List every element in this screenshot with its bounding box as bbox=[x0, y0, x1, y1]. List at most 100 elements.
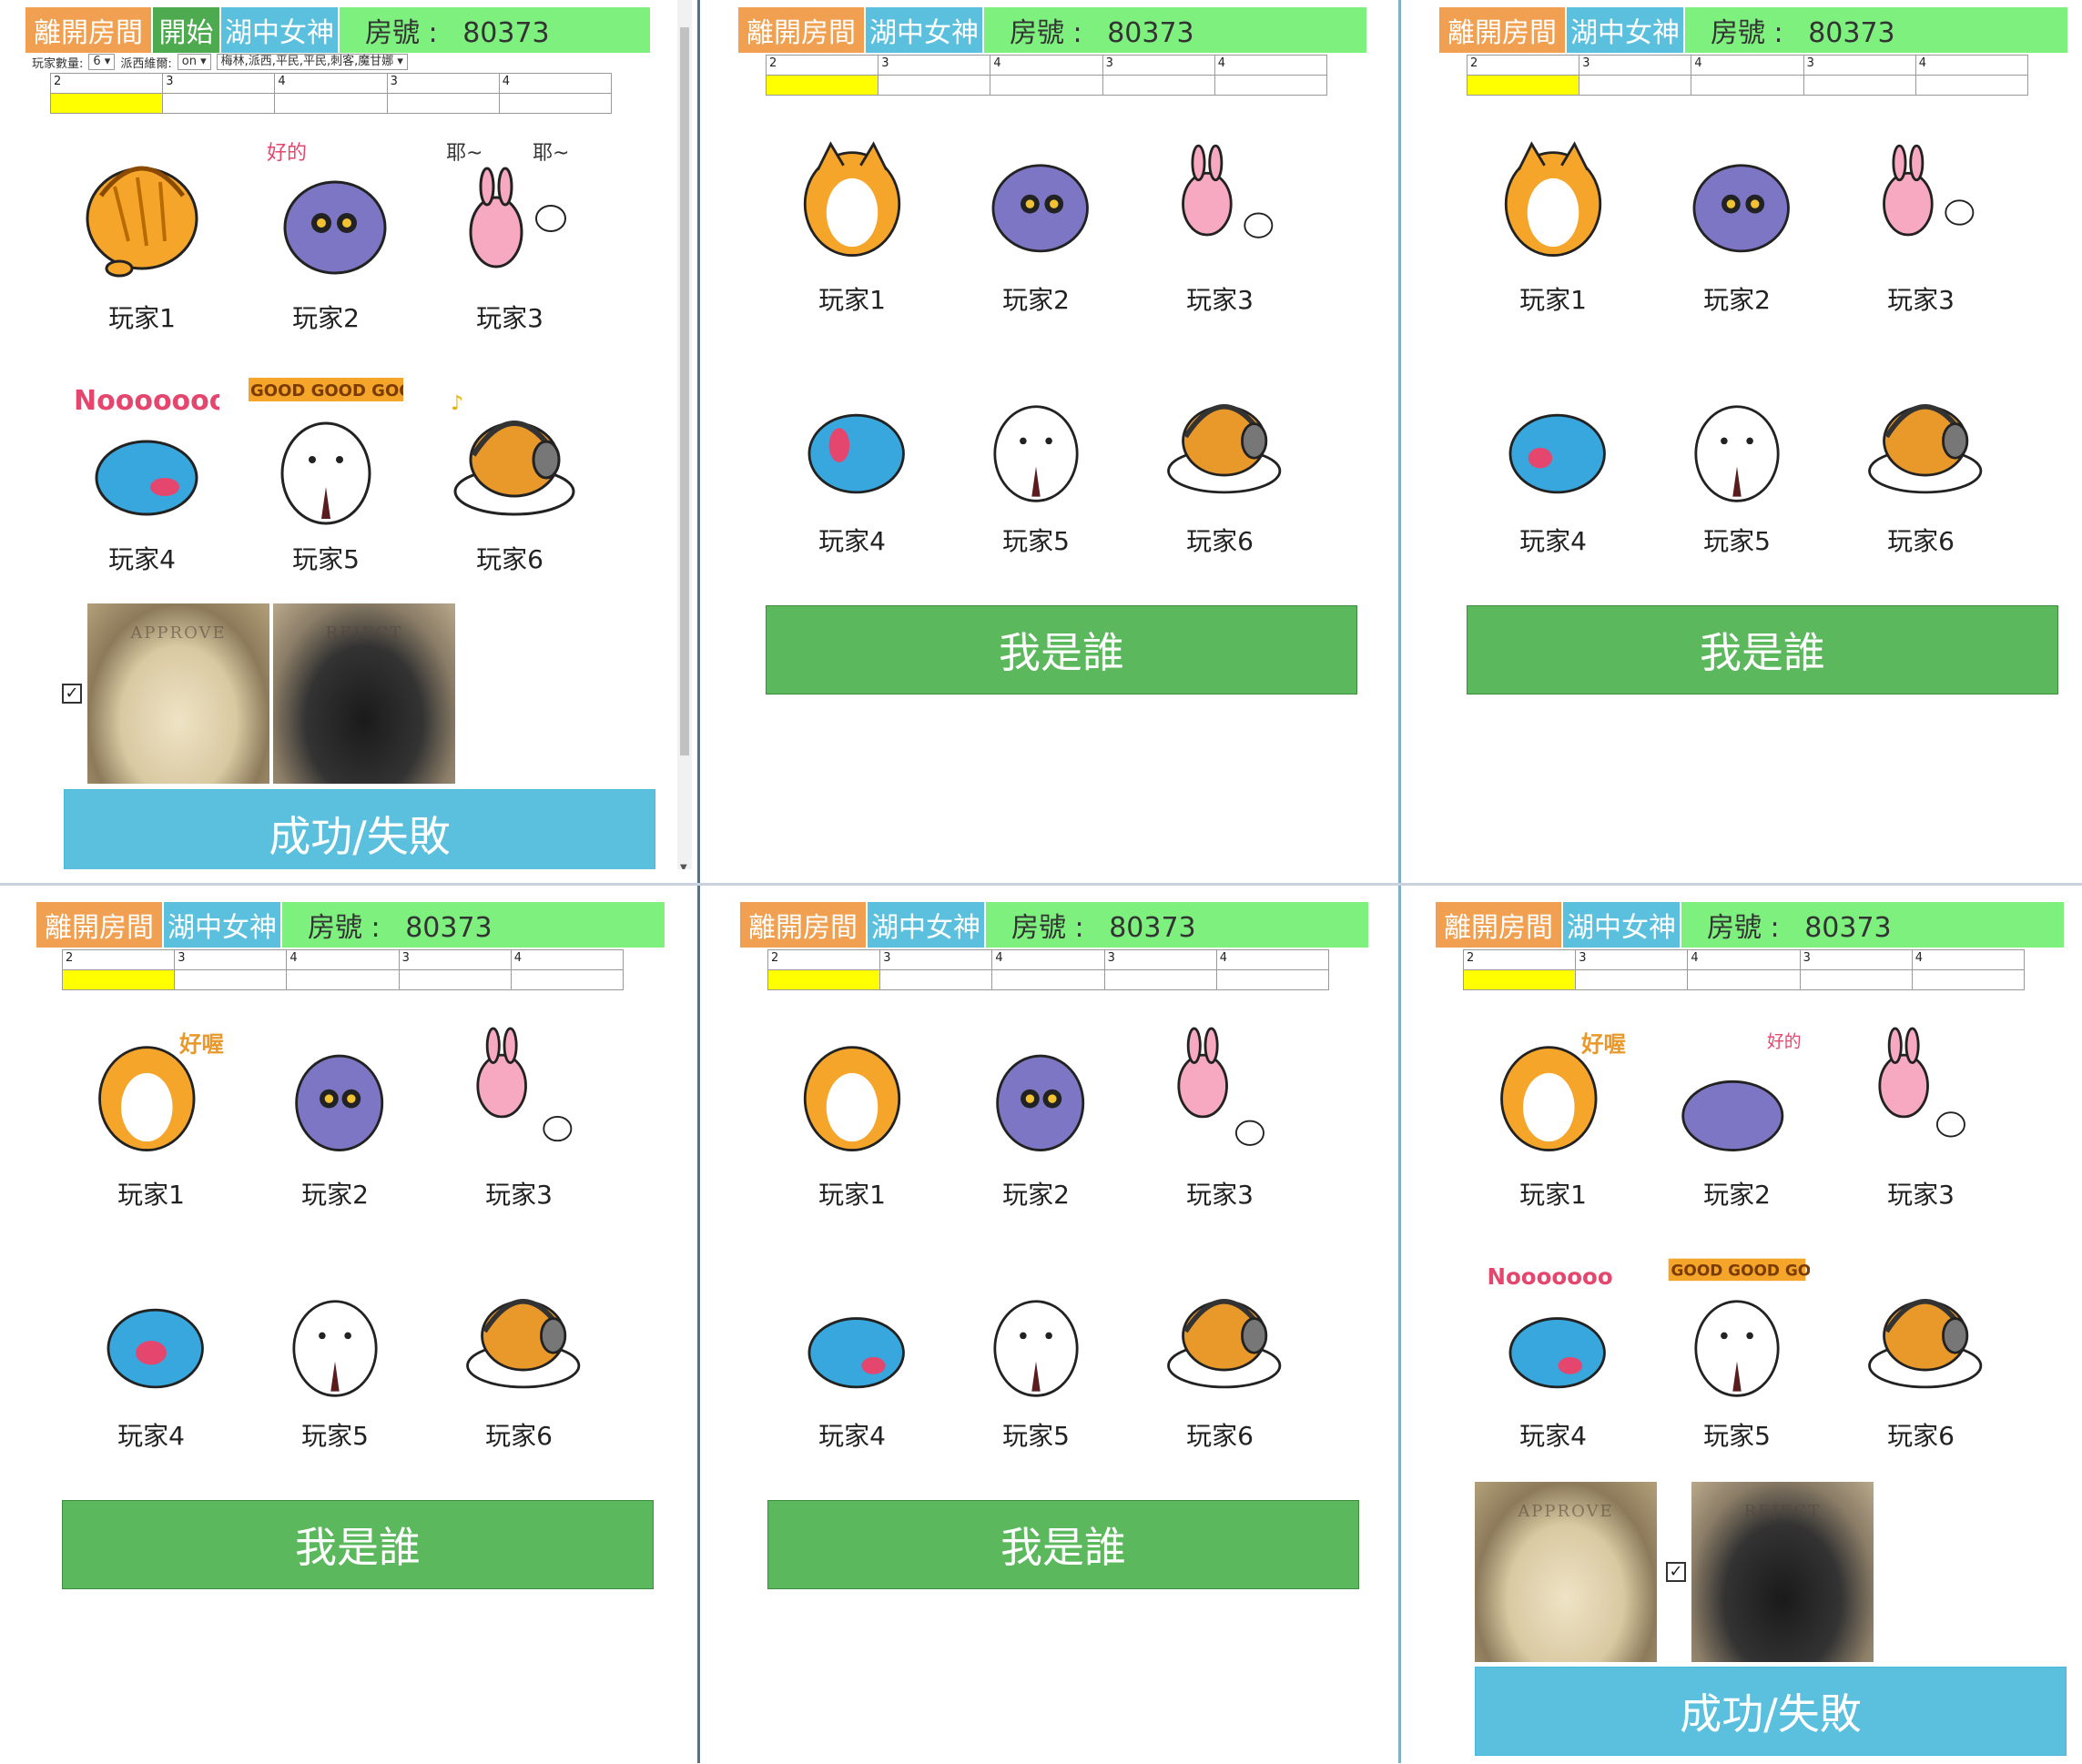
player-label: 玩家6 bbox=[1887, 1421, 1955, 1451]
player-card[interactable]: 玩家2 bbox=[1645, 109, 1829, 350]
player-card[interactable]: 玩家3 bbox=[1128, 109, 1312, 350]
leave-room-button[interactable]: 離開房間 bbox=[25, 7, 153, 53]
start-button[interactable]: 開始 bbox=[153, 7, 221, 53]
room-colon: : bbox=[1074, 912, 1084, 944]
player-card[interactable]: 玩家2 bbox=[944, 109, 1128, 350]
player-card[interactable]: 玩家6 bbox=[427, 1245, 611, 1486]
room-colon: : bbox=[1072, 17, 1082, 49]
scroll-down-icon[interactable]: ▼ bbox=[680, 863, 687, 869]
player-card[interactable]: GOOD GOOD GOOD 玩家5 bbox=[1645, 1245, 1829, 1486]
player-label: 玩家1 bbox=[818, 1180, 886, 1210]
player-card[interactable]: 好的 玩家2 bbox=[1645, 1004, 1829, 1245]
room-colon: : bbox=[1773, 17, 1783, 49]
who-am-i-button[interactable]: 我是誰 bbox=[1467, 605, 2058, 694]
reject-checkbox[interactable]: ✓ bbox=[1666, 1562, 1686, 1582]
leave-room-button[interactable]: 離開房間 bbox=[738, 7, 866, 53]
player-card[interactable]: 玩家1 bbox=[760, 109, 944, 350]
player-card[interactable]: 玩家1 bbox=[760, 1004, 944, 1245]
reject-stone-image[interactable]: REJECT bbox=[1691, 1482, 1874, 1662]
quest-size: 4 bbox=[286, 949, 400, 970]
lady-of-lake-button[interactable]: 湖中女神 bbox=[1563, 902, 1681, 948]
lady-of-lake-button[interactable]: 湖中女神 bbox=[221, 7, 340, 53]
lady-of-lake-button[interactable]: 湖中女神 bbox=[868, 902, 986, 948]
player-card[interactable]: 耶~ 耶~ 玩家3 bbox=[418, 127, 602, 369]
leave-room-button[interactable]: 離開房間 bbox=[740, 902, 868, 948]
who-am-i-button[interactable]: 我是誰 bbox=[766, 605, 1357, 694]
tiger-cat-icon: 好喔 bbox=[69, 1004, 233, 1168]
player-window: 離開房間 開始 湖中女神 房號 : 80373 玩家數量: 6 ▾ 派西維爾: … bbox=[0, 0, 692, 869]
reject-stone-image[interactable]: REJECT bbox=[273, 603, 455, 784]
purple-bird-icon bbox=[1655, 109, 1819, 273]
leave-room-button[interactable]: 離開房間 bbox=[36, 902, 164, 948]
quest-result bbox=[498, 93, 613, 114]
player-label: 玩家4 bbox=[1519, 1421, 1587, 1451]
success-fail-button[interactable]: 成功/失敗 bbox=[1475, 1667, 2067, 1756]
percival-select[interactable]: on ▾ bbox=[177, 54, 211, 70]
success-fail-button[interactable]: 成功/失敗 bbox=[64, 789, 655, 869]
player-label: 玩家6 bbox=[1186, 1421, 1254, 1451]
lady-of-lake-button[interactable]: 湖中女神 bbox=[164, 902, 282, 948]
player-window: 離開房間 湖中女神 房號 : 80373 2 3 4 3 4 玩家1 玩家2 玩… bbox=[1402, 0, 2082, 869]
player-label: 玩家6 bbox=[485, 1421, 553, 1451]
leave-room-button[interactable]: 離開房間 bbox=[1439, 7, 1567, 53]
approve-stone-image[interactable]: APPROVE bbox=[87, 603, 269, 784]
player-card[interactable]: 玩家4 bbox=[760, 350, 944, 592]
player-card[interactable]: ♪ 玩家6 bbox=[418, 369, 602, 610]
player-card[interactable]: 玩家2 bbox=[944, 1004, 1128, 1245]
player-card[interactable]: 玩家6 bbox=[1128, 1245, 1312, 1486]
roles-select[interactable]: 梅林,派西,平民,平民,刺客,魔甘娜 ▾ bbox=[216, 54, 408, 70]
player-card[interactable]: 玩家4 bbox=[760, 1245, 944, 1486]
player-card[interactable]: 玩家6 bbox=[1128, 350, 1312, 592]
player-label: 玩家4 bbox=[108, 544, 176, 574]
percival-label: 派西維爾: bbox=[120, 56, 172, 71]
player-card[interactable]: 玩家3 bbox=[1128, 1004, 1312, 1245]
top-bar: 離開房間 開始 湖中女神 房號 : 80373 bbox=[25, 7, 650, 53]
quest-size: 3 bbox=[162, 73, 276, 94]
player-card[interactable]: 玩家3 bbox=[1829, 1004, 2013, 1245]
player-card[interactable]: 玩家5 bbox=[243, 1245, 427, 1486]
player-card[interactable]: 玩家3 bbox=[1829, 109, 2013, 350]
player-card[interactable]: 玩家1 bbox=[1461, 109, 1645, 350]
player-card[interactable]: 玩家6 bbox=[1829, 1245, 2013, 1486]
lady-of-lake-button[interactable]: 湖中女神 bbox=[1567, 7, 1685, 53]
player-label: 玩家6 bbox=[1186, 526, 1254, 556]
lady-of-lake-button[interactable]: 湖中女神 bbox=[866, 7, 984, 53]
player-card[interactable]: 好的 玩家2 bbox=[234, 127, 418, 369]
approve-stone-image[interactable]: APPROVE bbox=[1475, 1482, 1657, 1662]
player-card[interactable]: 玩家5 bbox=[944, 350, 1128, 592]
room-colon: : bbox=[428, 17, 438, 49]
blue-cat-icon: Nooooooo bbox=[60, 369, 224, 532]
player-card[interactable]: 玩家6 bbox=[1829, 350, 2013, 592]
room-prefix: 房號 bbox=[1011, 912, 1066, 944]
white-bear-icon: GOOD GOOD GOOD bbox=[244, 369, 408, 532]
player-card[interactable]: 好喔 玩家1 bbox=[59, 1004, 243, 1245]
scrollbar-thumb[interactable] bbox=[680, 27, 689, 755]
approve-checkbox[interactable]: ✓ bbox=[62, 684, 82, 704]
player-card[interactable]: 玩家4 bbox=[1461, 350, 1645, 592]
player-card[interactable]: 好喔 玩家1 bbox=[1461, 1004, 1645, 1245]
player-card[interactable]: 玩家4 bbox=[59, 1245, 243, 1486]
room-info: 房號 : 80373 bbox=[1010, 10, 1194, 50]
player-card[interactable]: Nooooooo 玩家4 bbox=[1461, 1245, 1645, 1486]
egg-headphone-icon bbox=[437, 1245, 601, 1409]
player-label: 玩家6 bbox=[1887, 526, 1955, 556]
player-card[interactable]: 玩家1 bbox=[50, 127, 234, 369]
svg-text:♪: ♪ bbox=[451, 392, 463, 415]
player-card[interactable]: 玩家5 bbox=[1645, 350, 1829, 592]
who-am-i-button[interactable]: 我是誰 bbox=[62, 1500, 654, 1589]
quest-size: 3 bbox=[1799, 949, 1913, 970]
player-card[interactable]: 玩家2 bbox=[243, 1004, 427, 1245]
player-card[interactable]: GOOD GOOD GOOD 玩家5 bbox=[234, 369, 418, 610]
quest-size: 2 bbox=[1462, 949, 1577, 970]
quest-size: 4 bbox=[498, 73, 613, 94]
player-card[interactable]: Nooooooo 玩家4 bbox=[50, 369, 234, 610]
player-count-select[interactable]: 6 ▾ bbox=[88, 54, 116, 70]
egg-headphone-icon bbox=[1138, 1245, 1302, 1409]
current-quest-marker bbox=[767, 969, 881, 990]
who-am-i-button[interactable]: 我是誰 bbox=[767, 1500, 1359, 1589]
leave-room-button[interactable]: 離開房間 bbox=[1436, 902, 1563, 948]
scrollbar[interactable]: ▼ bbox=[677, 0, 692, 869]
player-card[interactable]: 玩家5 bbox=[944, 1245, 1128, 1486]
player-card[interactable]: 玩家3 bbox=[427, 1004, 611, 1245]
room-colon: : bbox=[1770, 912, 1780, 944]
